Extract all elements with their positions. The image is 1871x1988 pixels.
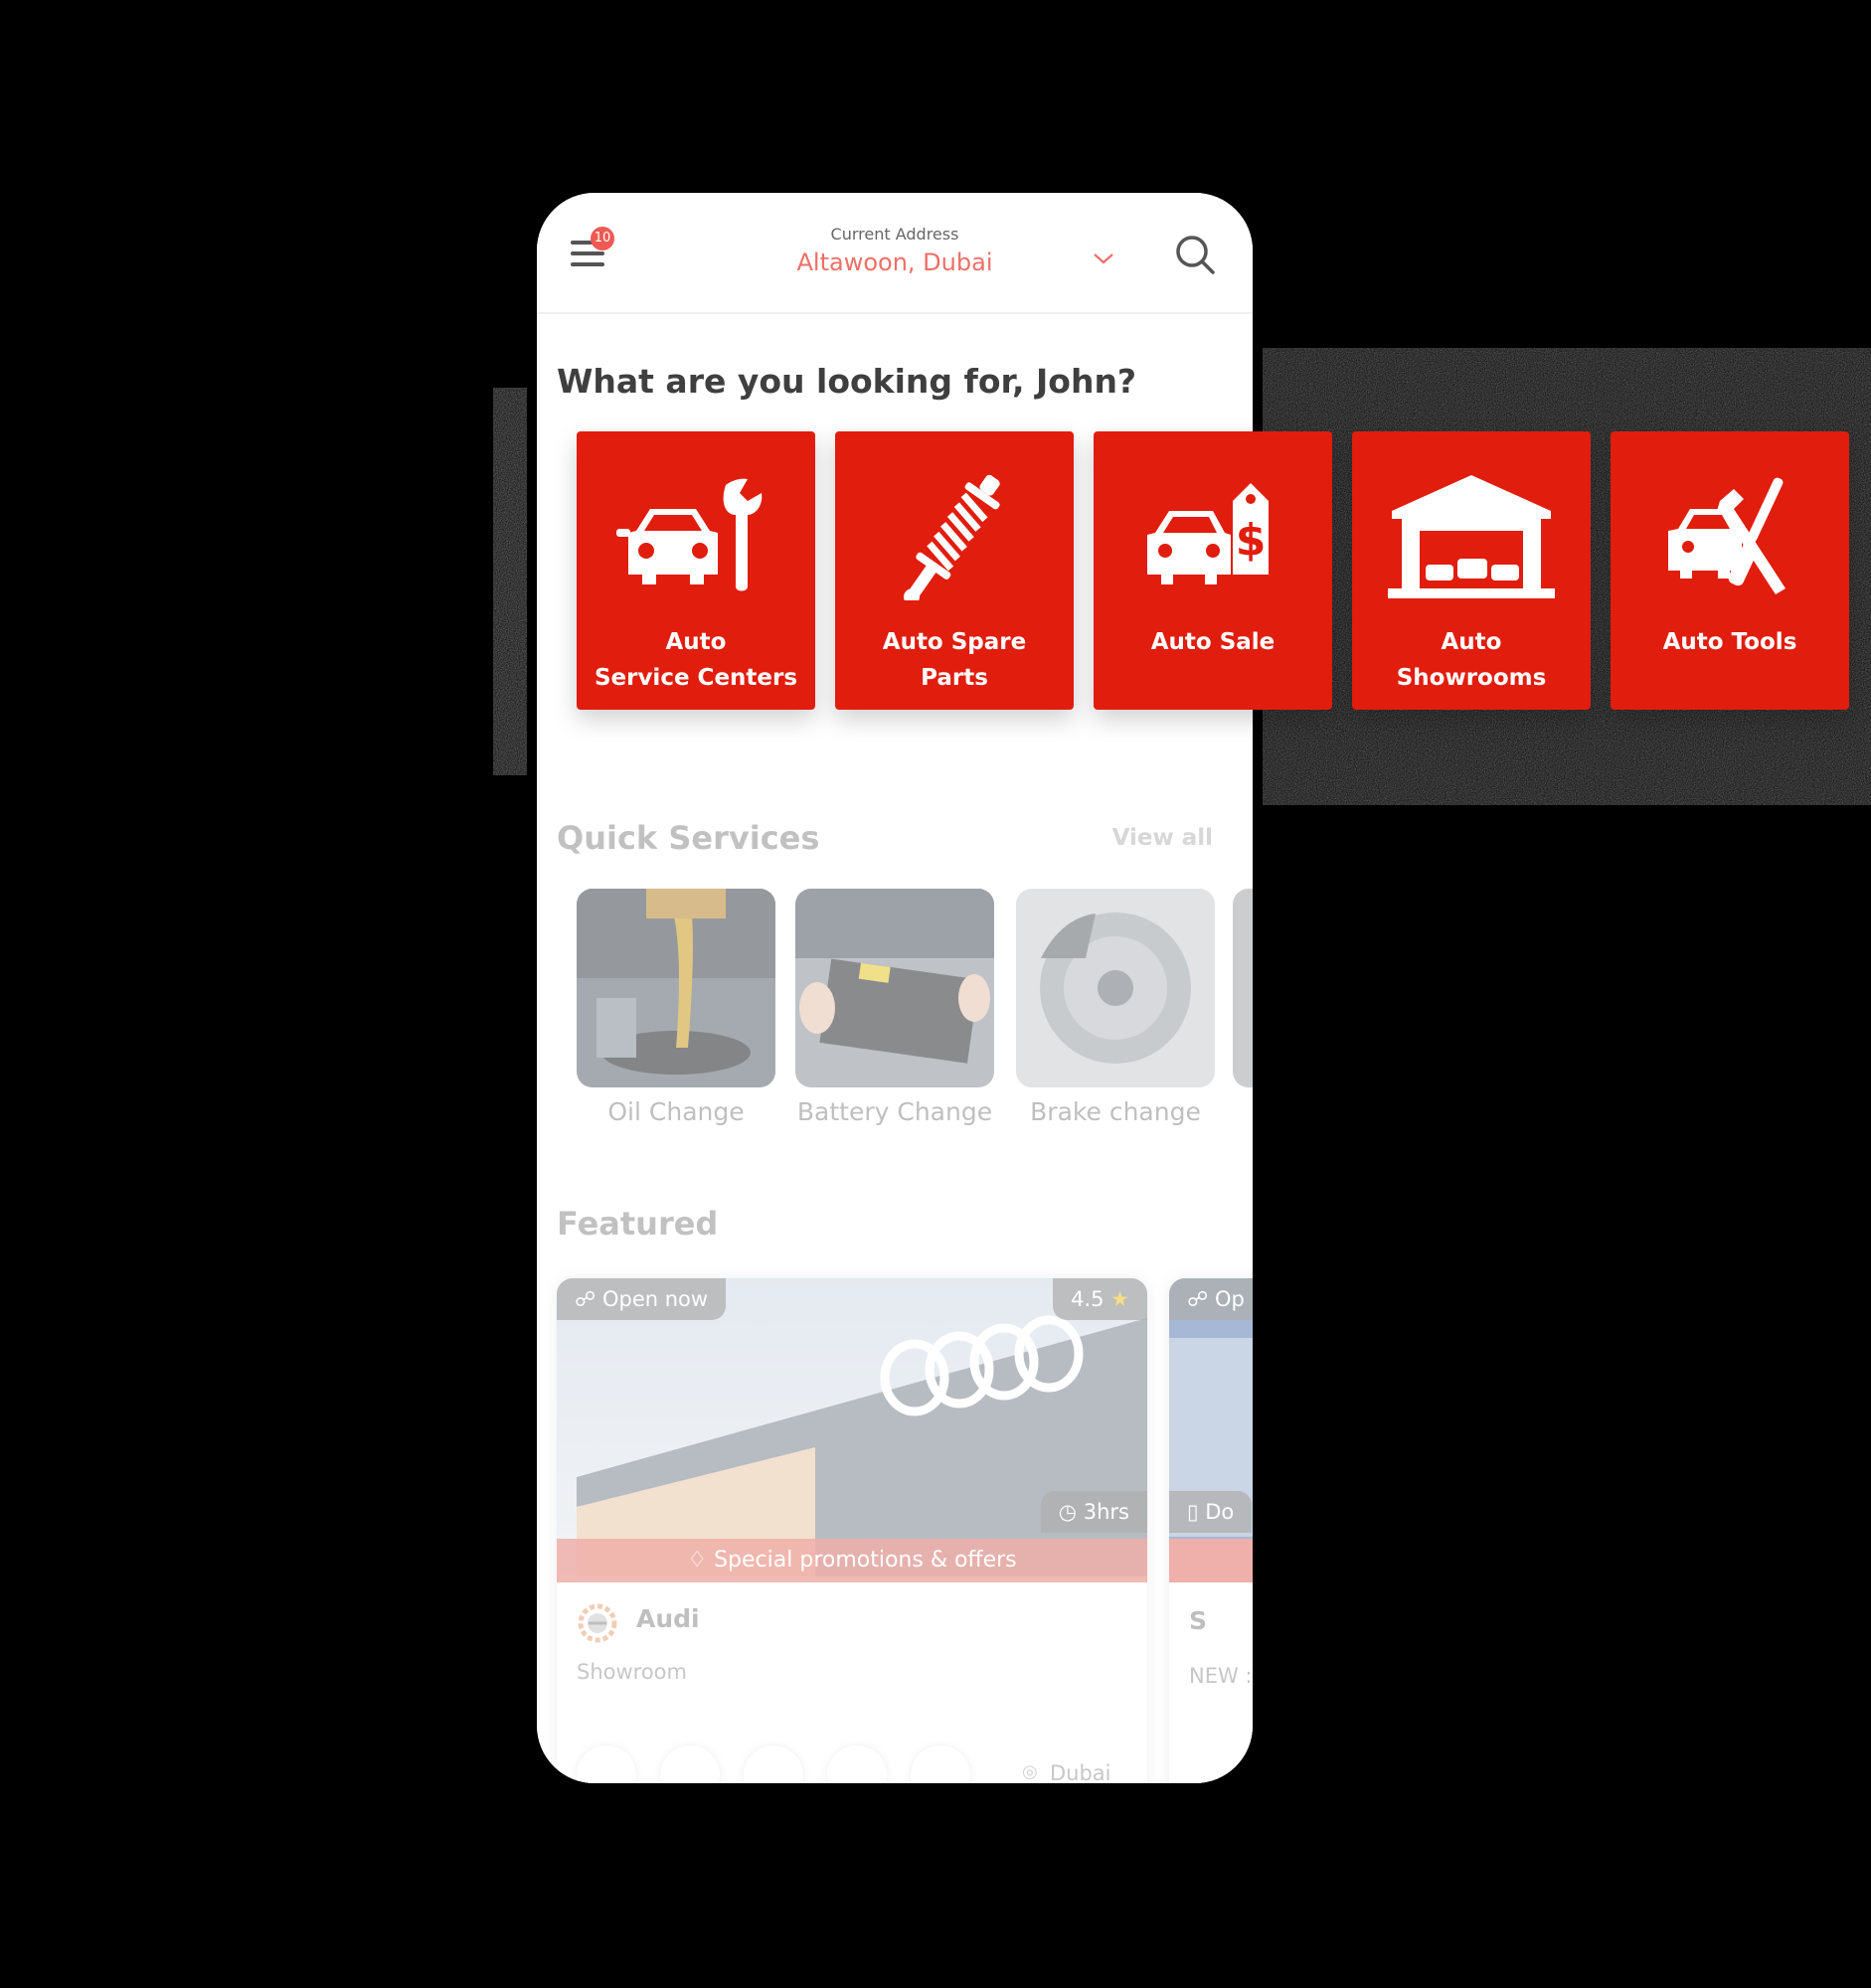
showroom-garage-icon bbox=[1388, 475, 1555, 598]
duration-pill: ◷ 3hrs bbox=[1040, 1491, 1147, 1533]
audi-showroom-image bbox=[557, 1278, 1147, 1582]
promotions-banner[interactable]: ♢ Special promotions & offers bbox=[557, 1539, 1147, 1582]
partial-service-image bbox=[1233, 889, 1253, 1087]
category-label-line1: Auto bbox=[665, 629, 727, 655]
chevron-down-icon[interactable] bbox=[1092, 247, 1115, 270]
open-status-pill: ☍ Open now bbox=[557, 1278, 727, 1320]
tag-icon: ♢ bbox=[687, 1548, 708, 1573]
location-text: Dubai bbox=[1050, 1761, 1111, 1783]
shock-absorber-icon bbox=[903, 474, 1000, 600]
quick-service-label: Brake change bbox=[1030, 1097, 1201, 1126]
partial-card-image bbox=[1169, 1278, 1253, 1582]
favorite-heart-icon[interactable] bbox=[911, 1745, 970, 1783]
quick-service-label: Battery Change bbox=[796, 1097, 993, 1126]
quick-service-brake-change[interactable]: Brake change bbox=[1016, 889, 1215, 1126]
business-name: S bbox=[1189, 1606, 1208, 1635]
category-auto-service-centers[interactable]: Auto Service Centers bbox=[577, 431, 815, 710]
brake-change-image bbox=[1016, 889, 1215, 1087]
svg-text:$: $ bbox=[1236, 515, 1267, 566]
message-icon[interactable] bbox=[744, 1745, 803, 1783]
app-header: 10 Current Address Altawoon, Dubai bbox=[537, 193, 1253, 314]
category-auto-tools[interactable]: Auto Tools bbox=[1611, 431, 1849, 710]
featured-card-partial[interactable]: ☍ Op ▯ Do S NEW : C bbox=[1169, 1278, 1253, 1783]
business-type: NEW : C bbox=[1189, 1664, 1253, 1688]
category-label-line2: Service Centers bbox=[594, 665, 798, 691]
service-gear-icon bbox=[578, 1603, 617, 1643]
featured-title: Featured bbox=[557, 1205, 719, 1242]
clock-icon: ◷ bbox=[1058, 1500, 1078, 1524]
star-icon: ★ bbox=[1110, 1287, 1129, 1311]
category-label-line1: Auto Tools bbox=[1662, 629, 1797, 655]
car-tools-icon bbox=[1668, 477, 1786, 594]
business-type: Showroom bbox=[577, 1660, 687, 1684]
category-label-line2: Parts bbox=[921, 665, 988, 691]
current-address-value[interactable]: Altawoon, Dubai bbox=[537, 248, 1253, 276]
background-texture-left bbox=[493, 388, 527, 775]
lock-open-icon: ☍ bbox=[575, 1287, 596, 1311]
category-auto-sale[interactable]: $ Auto Sale bbox=[1094, 431, 1332, 710]
category-label-line1: Auto Spare bbox=[882, 629, 1027, 655]
category-auto-showrooms[interactable]: Auto Showrooms bbox=[1352, 431, 1591, 710]
category-label-line1: Auto bbox=[1441, 629, 1502, 655]
category-auto-spare-parts[interactable]: Auto Spare Parts bbox=[835, 431, 1074, 710]
share-icon[interactable] bbox=[827, 1745, 887, 1783]
directions-icon[interactable] bbox=[577, 1745, 636, 1783]
door-pill: ▯ Do bbox=[1169, 1491, 1253, 1533]
battery-change-image bbox=[795, 889, 994, 1087]
category-label-line2: Showrooms bbox=[1396, 665, 1547, 691]
rating-pill: 4.5 ★ bbox=[1053, 1278, 1147, 1320]
location-pin-icon: ◎ bbox=[1022, 1761, 1038, 1782]
current-address-label: Current Address bbox=[830, 225, 959, 244]
quick-service-oil-change[interactable]: Oil Change bbox=[577, 889, 775, 1126]
car-price-tag-icon: $ bbox=[1147, 483, 1269, 584]
quick-service-battery-change[interactable]: Battery Change bbox=[795, 889, 994, 1126]
view-all-link[interactable]: View all bbox=[1112, 825, 1213, 851]
quick-services-title: Quick Services bbox=[557, 819, 820, 857]
car-wrench-icon bbox=[616, 478, 763, 591]
lock-open-icon: ☍ bbox=[1187, 1287, 1209, 1311]
quick-service-label: Oil Change bbox=[607, 1097, 745, 1126]
open-status-pill: ☍ Op bbox=[1169, 1278, 1253, 1320]
category-label-line1: Auto Sale bbox=[1150, 629, 1276, 655]
quick-service-partial[interactable] bbox=[1233, 889, 1253, 1087]
business-name: Audi bbox=[636, 1604, 700, 1633]
search-icon[interactable] bbox=[1173, 233, 1217, 276]
oil-change-image bbox=[577, 889, 775, 1087]
greeting-heading: What are you looking for, John? bbox=[557, 362, 1137, 401]
card-action-bar: ◎ Dubai bbox=[577, 1745, 1133, 1783]
door-icon: ▯ bbox=[1187, 1500, 1199, 1524]
phone-icon[interactable] bbox=[660, 1745, 720, 1783]
featured-card-audi[interactable]: ☍ Open now 4.5 ★ ◷ 3hrs ♢ Special promot… bbox=[557, 1278, 1147, 1783]
